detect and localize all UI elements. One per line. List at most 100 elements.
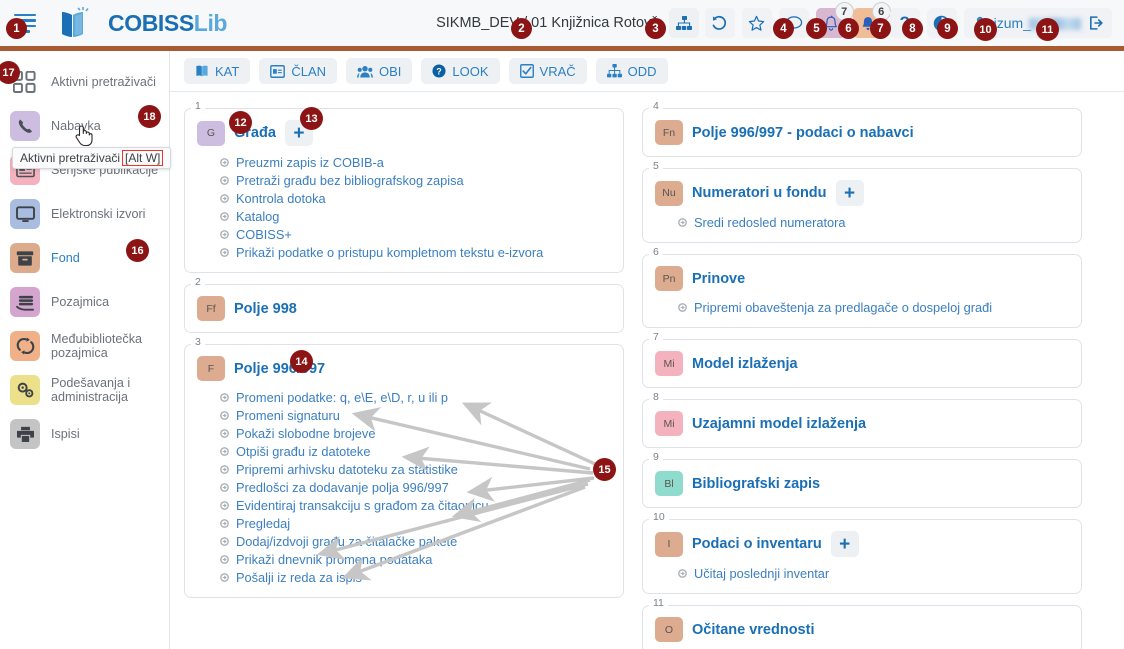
add-plus-button[interactable]: + [830,531,859,557]
panel-title[interactable]: Model izlaženja [692,356,798,372]
sidebar-item-label: Nabavka [51,118,101,133]
panel-title[interactable]: Podaci o inventaru [692,536,822,552]
tab-label: KAT [215,63,240,79]
panel-title[interactable]: Uzajamni model izlaženja [692,416,866,432]
gears-icon [10,375,40,405]
panel-link-item[interactable]: Predlošci za dodavanje polja 996/997 [220,478,611,496]
annotation-marker-4: 4 [773,18,794,39]
annotation-marker-2: 2 [511,18,532,39]
tab-look[interactable]: ? LOOK [421,58,500,84]
circle-arrow-bullet-icon [220,410,229,420]
panel-number: 2 [191,277,205,288]
panel-title[interactable]: Prinove [692,271,745,287]
panel-polje-998: 2 Ff Polje 998 [184,277,624,333]
panel-link-item[interactable]: Prikaži podatke o pristupu kompletnom te… [220,243,611,261]
panel-link-item[interactable]: Pregledaj [220,514,611,532]
sidebar-item-aktivni-pretrazivaci[interactable]: Aktivni pretraživači [0,60,169,104]
panel-title[interactable]: Polje 996/997 - podaci o nabavci [692,125,914,141]
tab-odd[interactable]: ODD [595,58,668,84]
sidebar-item-elektronski-izvori[interactable]: Elektronski izvori [0,192,169,236]
circle-arrow-bullet-icon [220,211,229,221]
panel-header: Nu Numeratori u fondu + [655,180,1069,206]
tooltip-shortcut: [Alt W] [122,150,164,166]
sidebar-tooltip: Aktivni pretraživači [Alt W] [12,147,172,169]
circle-arrow-bullet-icon [220,482,229,492]
tab-label: OBI [379,63,402,79]
circle-arrow-bullet-icon [220,446,229,456]
annotation-marker-1: 1 [6,18,27,39]
annotation-marker-10: 10 [974,18,997,41]
cobiss-book-logo-icon [58,7,100,39]
sidebar-item-medjubibliotecka-pozajmica[interactable]: Međubibliotečka pozajmica [0,324,169,368]
users-icon [357,65,373,78]
panel-link-item[interactable]: Promeni podatke: q, e\E, e\D, r, u ili p [220,388,611,406]
cobiss-logo[interactable]: COBISSLib [58,7,227,39]
panel-link-item[interactable]: Pretraži građu bez bibliografskog zapisa [220,171,611,189]
panel-link-item[interactable]: Pripremi obaveštenja za predlagače o dos… [678,298,1069,316]
panel-title[interactable]: Polje 998 [234,301,297,317]
panel-number: 8 [649,392,663,403]
tab-label: LOOK [452,63,489,79]
circle-arrow-bullet-icon [220,464,229,474]
sidebar-item-label: Međubibliotečka pozajmica [51,331,143,361]
panel-title[interactable]: Bibliografski zapis [692,476,820,492]
sitemap-icon[interactable] [668,8,699,38]
panel-header: Mi Uzajamni model izlaženja [655,411,1069,436]
panel-link-label: Preuzmi zapis iz COBIB-a [236,154,384,170]
annotation-marker-3: 3 [645,18,666,39]
tab-clan[interactable]: ČLAN [259,58,338,84]
panel-link-item[interactable]: Promeni signaturu [220,406,611,424]
panel-link-label: Pripremi obaveštenja za predlagače o dos… [694,299,993,315]
panel-link-label: Pošalji iz reda za ispis [236,569,362,585]
sidebar-item-label: Podešavanja i administracija [51,375,131,405]
panel-link-item[interactable]: Otpiši građu iz datoteke [220,442,611,460]
add-plus-button[interactable]: + [835,180,864,206]
panel-link-label: Učitaj poslednji inventar [694,565,830,581]
panel-link-item[interactable]: COBISS+ [220,225,611,243]
tab-kat[interactable]: KAT [184,58,251,84]
panel-link-item[interactable]: Prikaži dnevnik promena podataka [220,550,611,568]
panel-link-item[interactable]: Dodaj/izdvoji građu za čitalačke pakete [220,532,611,550]
panel-link-item[interactable]: Kontrola dotoka [220,189,611,207]
sidebar-item-ispisi[interactable]: Ispisi [0,412,169,456]
annotation-marker-6: 6 [838,18,859,39]
annotation-marker-15: 15 [593,458,616,481]
sidebar-item-pozajmica[interactable]: Pozajmica [0,280,169,324]
panel-link-label: Otpiši građu iz datoteke [236,443,371,459]
panel-link-item[interactable]: Katalog [220,207,611,225]
panel-link-label: Promeni podatke: q, e\E, e\D, r, u ili p [236,389,448,405]
panel-link-item[interactable]: Evidentiraj transakciju s građom za čita… [220,496,611,514]
panel-header: F Polje 996/997 [197,356,611,381]
tooltip-text: Aktivni pretraživači [20,151,121,165]
panel-tag-badge: Mi [655,351,683,376]
circle-arrow-bullet-icon [220,428,229,438]
tab-obi[interactable]: OBI [346,58,413,84]
panel-link-label: Dodaj/izdvoji građu za čitalačke pakete [236,533,458,549]
panel-header: Bl Bibliografski zapis [655,471,1069,496]
panel-header: I Podaci o inventaru + [655,531,1069,557]
panel-link-item[interactable]: Preuzmi zapis iz COBIB-a [220,153,611,171]
right-panel-column: 4 Fn Polje 996/997 - podaci o nabavci 5 Nu Nu… [642,101,1082,649]
panel-tag-badge: I [655,531,683,557]
panel-uzajamni-model-izlazenja: 8 Mi Uzajamni model izlaženja [642,392,1082,448]
panel-link-item[interactable]: Pripremi arhivsku datoteku za statistike [220,460,611,478]
phone-icon [10,111,40,141]
annotation-marker-16: 16 [126,239,149,262]
panel-tag-badge: Ff [197,296,225,321]
panel-link-item[interactable]: Učitaj poslednji inventar [678,564,1069,582]
sidebar-item-podesavanja-i-administracija[interactable]: Podešavanja i administracija [0,368,169,412]
circle-arrow-bullet-icon [220,193,229,203]
tab-vrac[interactable]: VRAČ [508,58,587,84]
panel-link-item[interactable]: Pokaži slobodne brojeve [220,424,611,442]
star-icon[interactable] [741,8,772,38]
history-icon[interactable] [704,8,735,38]
panel-link-label: Pregledaj [236,515,291,531]
circle-arrow-bullet-icon [220,175,229,185]
panel-link-item[interactable]: Pošalji iz reda za ispis [220,568,611,586]
panel-link-item[interactable]: Sredi redosled numeratora [678,213,1069,231]
panel-title[interactable]: Numeratori u fondu [692,185,827,201]
panel-title[interactable]: Očitane vrednosti [692,622,814,638]
logout-icon [1090,16,1103,30]
panel-number: 1 [191,101,205,112]
sidebar-item-label: Fond [51,250,80,265]
